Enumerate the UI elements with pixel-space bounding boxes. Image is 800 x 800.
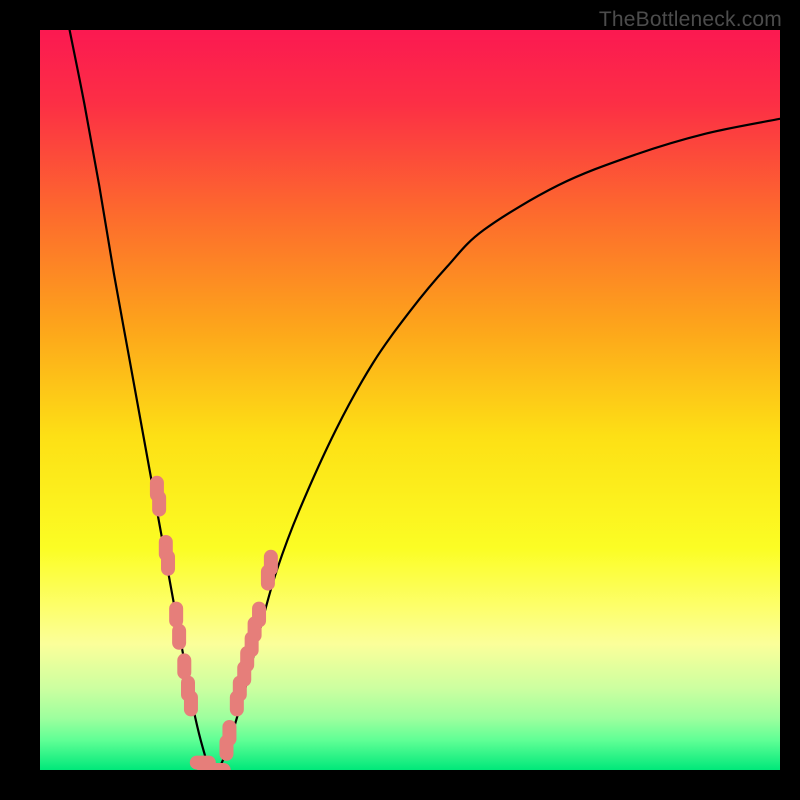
data-marker: [152, 491, 166, 517]
plot-area: [40, 30, 780, 770]
data-marker: [264, 550, 278, 576]
data-marker: [172, 624, 186, 650]
data-marker: [205, 763, 231, 770]
data-marker: [252, 602, 266, 628]
data-marker: [222, 720, 236, 746]
data-marker: [177, 653, 191, 679]
data-marker: [184, 690, 198, 716]
chart-frame: TheBottleneck.com: [0, 0, 800, 800]
data-marker: [161, 550, 175, 576]
data-marker: [169, 602, 183, 628]
watermark-text: TheBottleneck.com: [599, 8, 782, 32]
bottleneck-curve: [40, 30, 780, 770]
